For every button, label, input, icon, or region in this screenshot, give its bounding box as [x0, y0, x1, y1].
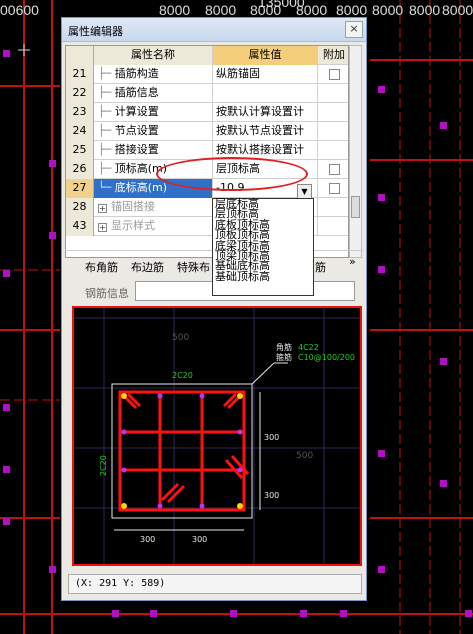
property-editor-window: 属性编辑器 × 属性名称 属性值 附加 21 ├─ 插筋构造 纵筋锚固 22 ├… — [61, 17, 367, 601]
bg-number: 8000 — [205, 2, 237, 18]
row-number: 24 — [66, 122, 94, 141]
scrollbar-thumb[interactable] — [351, 196, 360, 218]
grid-row[interactable]: 23 ├─ 计算设置 按默认计算设置计 — [66, 103, 348, 122]
dim-right-lower: 300 — [264, 491, 279, 500]
dim-bottom-left: 300 — [140, 535, 155, 544]
row-name: 计算设置 — [114, 105, 159, 118]
row-number: 26 — [66, 160, 94, 179]
header-name[interactable]: 属性名称 — [94, 46, 213, 65]
bg-number: 8000 — [159, 2, 191, 18]
extra-checkbox[interactable] — [329, 69, 340, 80]
toolbar-bar[interactable]: 筋 — [315, 259, 326, 275]
row-name: 搭接设置 — [114, 143, 159, 156]
row-name: 插筋构造 — [114, 67, 159, 80]
toolbar-special-bar[interactable]: 特殊布 — [177, 259, 210, 275]
row-number: 28 — [66, 198, 94, 217]
row-name: 插筋信息 — [114, 86, 159, 99]
dim-right-upper: 300 — [264, 433, 279, 442]
window-title: 属性编辑器 — [68, 25, 123, 38]
grid-row[interactable]: 24 ├─ 节点设置 按默认节点设置计 — [66, 122, 348, 141]
toolbar-more-icon[interactable]: » — [349, 255, 356, 268]
row-number: 22 — [66, 84, 94, 103]
bg-number-left: 00600 — [0, 2, 39, 18]
side-bars-label: 2C20 — [99, 455, 108, 476]
expand-icon[interactable]: + — [98, 204, 107, 213]
header-value[interactable]: 属性值 — [213, 46, 318, 65]
extra-checkbox[interactable] — [329, 183, 340, 194]
annotation-ellipse — [156, 157, 308, 191]
row-name: 锚固搭接 — [111, 200, 155, 213]
row-number: 23 — [66, 103, 94, 122]
stirrup-label: 箍筋 — [276, 352, 292, 362]
bg-number: 8000 — [250, 2, 282, 18]
rebar-info-label: 钢筋信息 — [85, 287, 129, 300]
row-number: 43 — [66, 217, 94, 236]
header-extra[interactable]: 附加 — [318, 46, 348, 65]
row-value[interactable]: 按默认计算设置计 — [213, 103, 318, 122]
grid-row[interactable]: 22 ├─ 插筋信息 — [66, 84, 348, 103]
row-value[interactable] — [213, 84, 318, 103]
row-value[interactable]: 纵筋锚固 — [213, 65, 318, 84]
dim-top-ghost: 500 — [172, 333, 189, 343]
stirrup-spec: C10@100/200 — [298, 353, 355, 362]
row-value[interactable]: 按默认节点设置计 — [213, 122, 318, 141]
row-number: 27 — [66, 179, 94, 198]
bg-number: 8000 — [296, 2, 328, 18]
top-bars-label: 2C20 — [172, 371, 193, 380]
coordinates-status: (X: 291 Y: 589) — [68, 574, 362, 594]
row-name: 显示样式 — [111, 219, 155, 232]
bg-number: 8000 — [442, 2, 473, 18]
toolbar-corner-bar[interactable]: 布角筋 — [85, 259, 118, 275]
header-corner — [66, 46, 94, 65]
dim-bottom-right: 300 — [192, 535, 207, 544]
dim-right-ghost: 500 — [296, 451, 313, 461]
section-drawing-canvas[interactable]: 500 500 2C20 2C20 角筋 箍筋 4C22 C10@100/200… — [72, 306, 362, 566]
title-bar[interactable]: 属性编辑器 × — [62, 18, 366, 42]
row-number: 25 — [66, 141, 94, 160]
grid-row[interactable]: 21 ├─ 插筋构造 纵筋锚固 — [66, 65, 348, 84]
dropdown-option[interactable]: 基础顶标高 — [213, 271, 313, 282]
bg-number: 8000 — [336, 2, 368, 18]
column-section-drawing: 500 500 2C20 2C20 角筋 箍筋 4C22 C10@100/200… — [74, 308, 360, 564]
row-number: 21 — [66, 65, 94, 84]
extra-checkbox[interactable] — [329, 164, 340, 175]
corner-bar-spec: 4C22 — [298, 343, 319, 352]
toolbar-edge-bar[interactable]: 布边筋 — [131, 259, 164, 275]
row-name: 节点设置 — [114, 124, 159, 137]
outer-stirrup — [118, 390, 246, 512]
grid-header: 属性名称 属性值 附加 — [66, 46, 348, 65]
grid-scrollbar[interactable] — [349, 45, 362, 258]
expand-icon[interactable]: + — [98, 223, 107, 232]
elevation-dropdown-list[interactable]: 层底标高 层顶标高 底板顶标高 顶板顶标高 底梁顶标高 顶梁顶标高 基础底标高 … — [212, 198, 314, 296]
bg-number: 8000 — [372, 2, 404, 18]
row-name: 底标高(m) — [114, 181, 168, 194]
corner-bar-label: 角筋 — [276, 342, 292, 352]
close-button[interactable]: × — [345, 21, 363, 38]
bg-number: 8000 — [409, 2, 441, 18]
